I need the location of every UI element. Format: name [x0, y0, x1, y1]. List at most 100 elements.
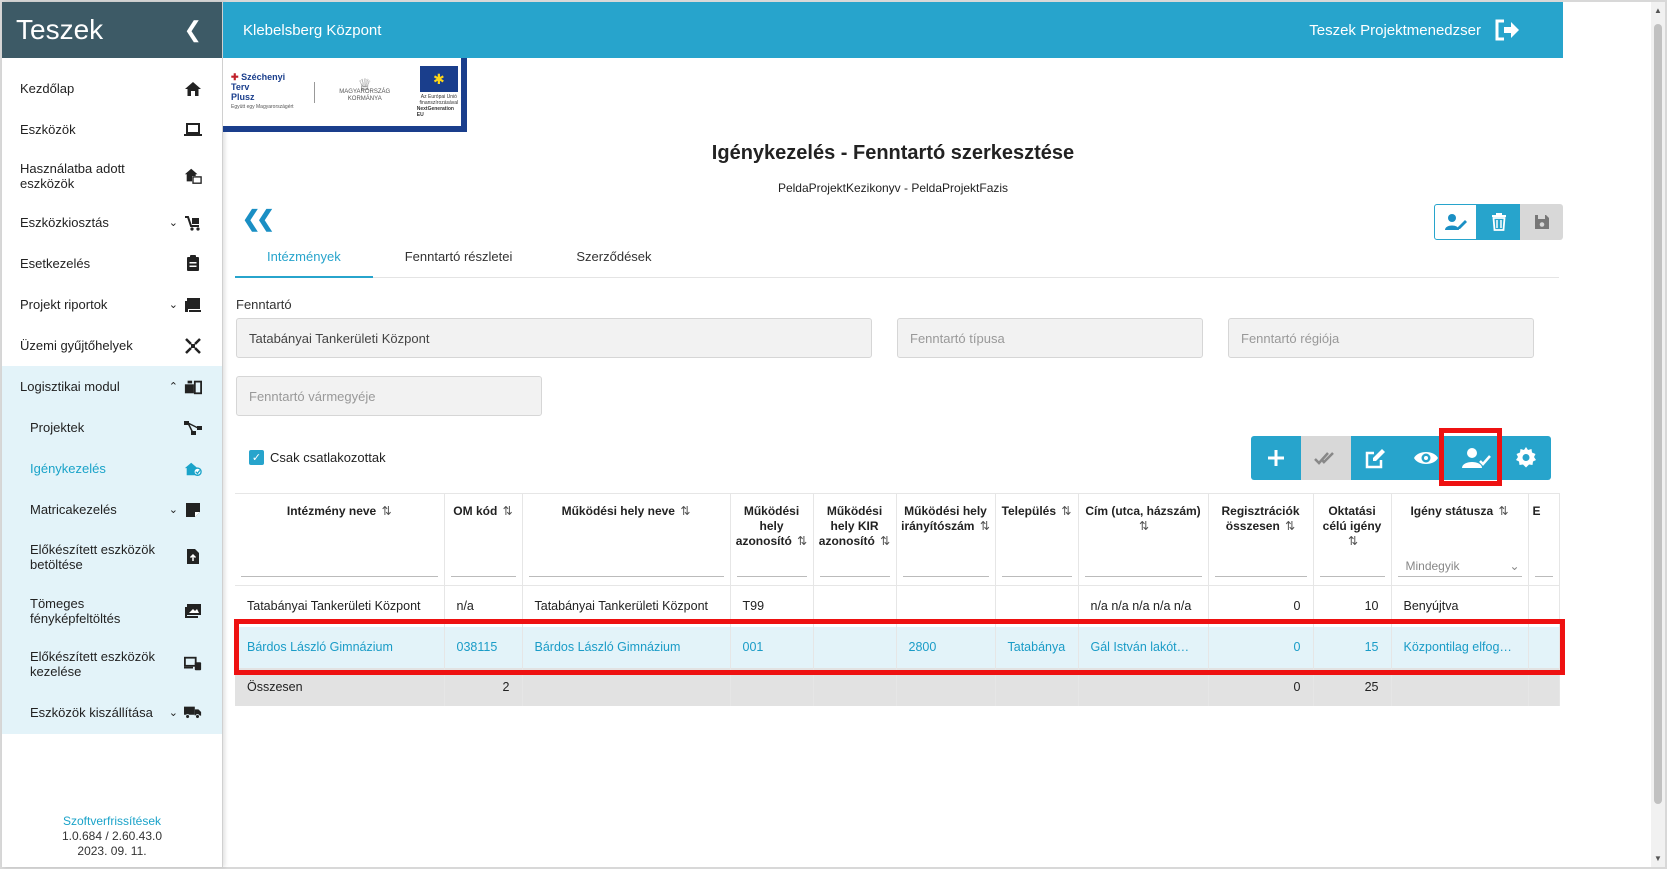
device-manage-icon — [184, 655, 202, 673]
sidebar-item-logisztikai-modul[interactable]: Logisztikai modul ⌃ — [2, 366, 222, 407]
gear-icon — [1514, 446, 1538, 470]
user-name[interactable]: Teszek Projektmenedzser — [1309, 22, 1481, 39]
sort-icon[interactable]: ⇅ — [382, 504, 392, 518]
sidebar-item-tomeges-fenykep[interactable]: Tömeges fényképfeltöltés — [2, 583, 222, 638]
sidebar-item-projekt-riportok[interactable]: Projekt riportok ⌄ — [2, 284, 222, 325]
back-double-chevron-icon[interactable]: ❮❮ — [242, 206, 275, 232]
chevron-down-icon: ⌄ — [168, 299, 178, 311]
double-check-icon — [1314, 450, 1338, 466]
sidebar-item-label: Esetkezelés — [20, 256, 91, 271]
tab-intezmenyek[interactable]: Intézmények — [235, 246, 373, 278]
checkbox-checked-icon[interactable]: ✓ — [249, 450, 264, 465]
fenntarto-regioja-field[interactable]: Fenntartó régiója — [1228, 318, 1534, 358]
scroll-down-icon[interactable]: ▼ — [1653, 854, 1663, 863]
delete-button[interactable] — [1477, 204, 1520, 240]
filter-input[interactable] — [736, 553, 807, 577]
sort-icon[interactable]: ⇅ — [1139, 519, 1149, 533]
fenntarto-tipusa-field[interactable]: Fenntartó típusa — [897, 318, 1203, 358]
logout-icon[interactable] — [1495, 19, 1521, 41]
add-button[interactable] — [1251, 436, 1301, 480]
sidebar-item-label: Kezdőlap — [20, 81, 75, 96]
col-header-regisztraciok[interactable]: Regisztrációk összesen ⇅ — [1208, 493, 1314, 586]
sidebar-item-eszkozok[interactable]: Eszközök — [2, 109, 222, 150]
sidebar-item-eszkozok-kiszallitasa[interactable]: Eszközök kiszállítása ⌄ — [2, 690, 222, 734]
page-subtitle: PeldaProjektKezikonyv - PeldaProjektFazi… — [777, 181, 1009, 195]
page-title: Igénykezelés - Fenntartó szerkesztése — [711, 142, 1075, 164]
sidebar-item-elokeszitett-betoltese[interactable]: Előkészített eszközök betöltése — [2, 530, 222, 583]
filter-input[interactable] — [1319, 553, 1385, 577]
edit-icon — [1365, 447, 1387, 469]
sidebar-item-elokeszitett-kezelese[interactable]: Előkészített eszközök kezelése — [2, 638, 222, 690]
col-header-kir-azonosito[interactable]: Működési hely KIR azonosító ⇅ — [813, 493, 897, 586]
sort-icon[interactable]: ⇅ — [1061, 504, 1071, 518]
filter-input[interactable] — [1214, 553, 1307, 577]
collapse-sidebar-icon[interactable]: ❮ — [184, 17, 202, 43]
col-header-oktatasi-igeny[interactable]: Oktatási célú igény ⇅ — [1313, 493, 1392, 586]
filter-input[interactable] — [902, 553, 989, 577]
sort-icon[interactable]: ⇅ — [880, 534, 890, 548]
sidebar-item-uzemi-gyujtohelyek[interactable]: Üzemi gyűjtőhelyek — [2, 325, 222, 366]
approve-all-button[interactable] — [1301, 436, 1351, 480]
fenntarto-field[interactable]: Tatabányai Tankerületi Központ — [236, 318, 872, 358]
col-header-truncated[interactable]: E — [1528, 493, 1560, 586]
sidebar-item-eszkozkiosztas[interactable]: Eszközkiosztás ⌄ — [2, 202, 222, 243]
col-header-iranyitoszam[interactable]: Működési hely irányítószám ⇅ — [896, 493, 996, 586]
cart-icon — [184, 214, 202, 232]
col-header-intezmeny-neve[interactable]: Intézmény neve ⇅ — [235, 493, 445, 586]
filter-input[interactable] — [1084, 553, 1202, 577]
chevron-down-icon: ⌄ — [1509, 559, 1520, 573]
only-connected-checkbox[interactable]: ✓ Csak csatlakozottak — [249, 450, 386, 465]
sort-icon[interactable]: ⇅ — [503, 504, 513, 518]
assign-user-button[interactable] — [1434, 204, 1477, 240]
col-header-igeny-statusza[interactable]: Igény státusza ⇅ Mindegyik ⌄ — [1391, 493, 1529, 586]
sidebar-item-projektek[interactable]: Projektek — [2, 407, 222, 448]
sidebar-item-label: Eszközök kiszállítása — [30, 704, 153, 720]
sort-icon[interactable]: ⇅ — [1348, 534, 1358, 548]
col-header-mukodesi-hely-neve[interactable]: Működési hely neve ⇅ — [522, 493, 731, 586]
tab-fenntarto-reszletei[interactable]: Fenntartó részletei — [373, 246, 545, 278]
edit-button[interactable] — [1351, 436, 1401, 480]
scroll-up-icon[interactable]: ▲ — [1653, 6, 1663, 15]
sort-icon[interactable]: ⇅ — [680, 504, 690, 518]
sort-icon[interactable]: ⇅ — [980, 519, 990, 533]
col-header-cim[interactable]: Cím (utca, házszám) ⇅ — [1078, 493, 1209, 586]
settings-button[interactable] — [1501, 436, 1551, 480]
sidebar-item-label: Projekt riportok — [20, 297, 108, 312]
col-header-mukodesi-hely-azonosito[interactable]: Működési hely azonosító ⇅ — [730, 493, 814, 586]
sidebar-item-hasznalatba-adott[interactable]: Használatba adott eszközök — [2, 150, 222, 202]
sort-icon[interactable]: ⇅ — [1498, 504, 1508, 518]
truck-icon — [184, 703, 202, 721]
page-actions — [1434, 204, 1563, 240]
filter-input[interactable] — [241, 553, 438, 577]
filter-input[interactable] — [528, 553, 724, 577]
page-scrollbar[interactable]: ▲ ▼ — [1651, 2, 1665, 867]
sticker-icon — [184, 501, 202, 519]
tab-szerzodesek[interactable]: Szerződések — [544, 246, 683, 278]
filter-input[interactable] — [1001, 553, 1072, 577]
save-button[interactable] — [1520, 204, 1563, 240]
sidebar-menu: Kezdőlap Eszközök Használatba adott eszk… — [2, 68, 222, 366]
sort-icon[interactable]: ⇅ — [797, 534, 807, 548]
software-updates-link[interactable]: Szoftverfrissítések — [2, 814, 222, 829]
top-bar: Klebelsberg Központ Teszek Projektmenedz… — [223, 2, 1563, 58]
filter-input[interactable] — [1534, 553, 1553, 577]
sidebar-item-igenykezeles[interactable]: Igénykezelés — [2, 448, 222, 489]
file-upload-icon — [184, 548, 202, 566]
sidebar-item-label: Eszközkiosztás — [20, 215, 109, 230]
sidebar-item-kezdolap[interactable]: Kezdőlap — [2, 68, 222, 109]
col-header-telepules[interactable]: Település ⇅ — [995, 493, 1079, 586]
status-filter-select[interactable]: Mindegyik ⌄ — [1397, 553, 1522, 577]
fenntarto-varmegyeje-field[interactable]: Fenntartó vármegyéje — [236, 376, 542, 416]
filter-input[interactable] — [819, 553, 890, 577]
sidebar-item-matricakezeles[interactable]: Matricakezelés ⌄ — [2, 489, 222, 530]
sidebar-item-label: Matricakezelés — [30, 502, 117, 517]
app-title: Teszek — [16, 14, 104, 45]
highlight-user-approve-button — [1439, 428, 1502, 486]
filter-input[interactable] — [450, 553, 516, 577]
funding-logo-banner: ✚ Széchenyi Terv Plusz Együtt egy Magyar… — [223, 58, 467, 132]
col-header-om-kod[interactable]: OM kód ⇅ — [444, 493, 523, 586]
scrollbar-thumb[interactable] — [1654, 24, 1662, 804]
sort-icon[interactable]: ⇅ — [1285, 519, 1295, 533]
sidebar-item-label: Előkészített eszközök betöltése — [30, 541, 155, 572]
sidebar-item-esetkezeles[interactable]: Esetkezelés — [2, 243, 222, 284]
